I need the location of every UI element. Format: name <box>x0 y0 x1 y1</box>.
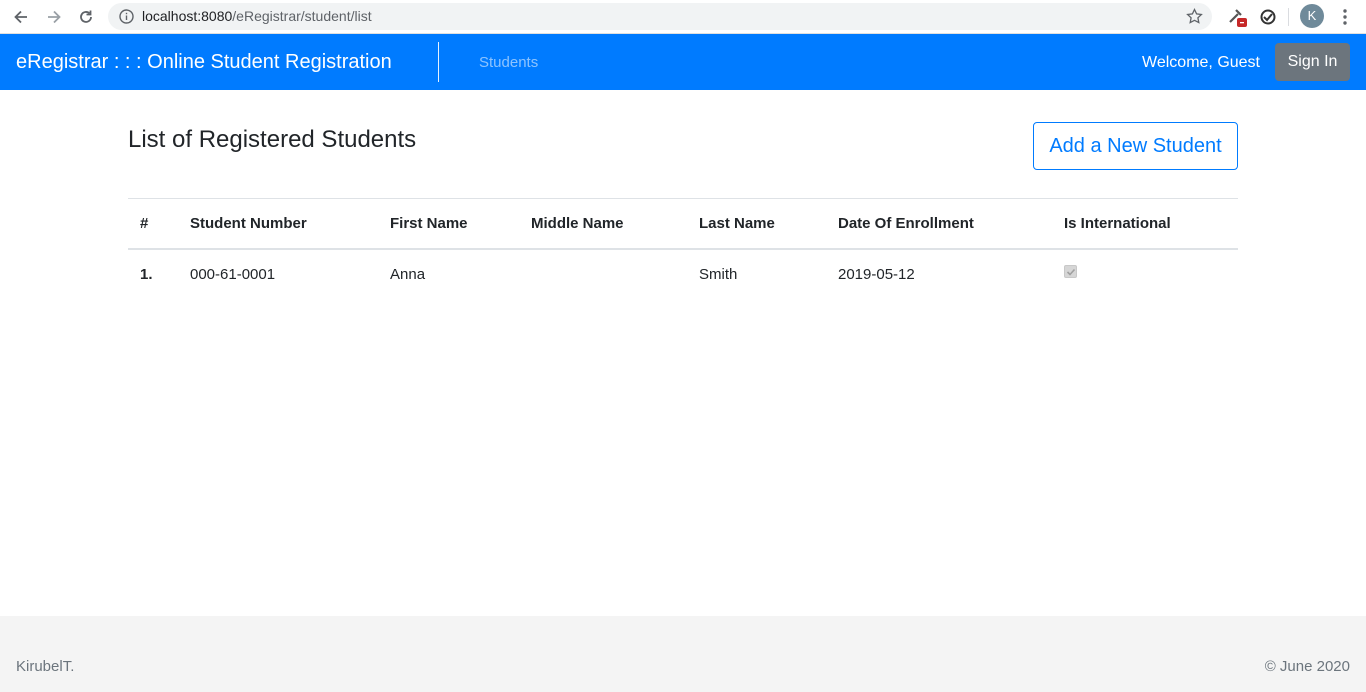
header-is-international: Is International <box>1052 198 1238 250</box>
app-navbar: eRegistrar : : : Online Student Registra… <box>0 34 1366 90</box>
table-header-row: # Student Number First Name Middle Name … <box>128 198 1238 250</box>
info-icon[interactable] <box>118 8 135 25</box>
brand-link[interactable]: eRegistrar : : : Online Student Registra… <box>16 34 392 91</box>
forward-icon <box>48 10 61 24</box>
sign-in-button[interactable]: Sign In <box>1275 43 1350 81</box>
cell-date-of-enrollment: 2019-05-12 <box>838 265 915 283</box>
reload-button[interactable] <box>74 5 98 29</box>
cell-is-international <box>1052 249 1238 299</box>
table-row: 1. 000-61-0001 Anna Smith 2019-05-12 <box>128 249 1238 299</box>
nav-link-students[interactable]: Students <box>479 34 538 91</box>
header-index: # <box>128 198 178 250</box>
cell-student-number: 000-61-0001 <box>190 265 276 283</box>
header-middle-name: Middle Name <box>519 198 687 250</box>
navbar-divider <box>438 42 439 82</box>
header-first-name: First Name <box>378 198 519 250</box>
toolbar-separator <box>1288 8 1289 26</box>
page-title: List of Registered Students <box>128 126 417 153</box>
forward-button[interactable] <box>42 5 66 29</box>
check-icon <box>1066 268 1076 276</box>
profile-avatar[interactable]: K <box>1300 4 1324 28</box>
footer-copyright: © June 2020 <box>1264 658 1350 675</box>
menu-dots-icon[interactable] <box>1336 5 1354 29</box>
url-path: /eRegistrar/student/list <box>232 8 372 24</box>
star-icon[interactable] <box>1185 7 1204 26</box>
browser-toolbar: localhost:8080/eRegistrar/student/list K <box>0 0 1366 34</box>
cell-index: 1. <box>140 265 153 283</box>
header-date-of-enrollment: Date Of Enrollment <box>826 198 1052 250</box>
page-footer: KirubelT. © June 2020 <box>0 616 1366 692</box>
cell-middle-name <box>519 249 687 299</box>
address-bar[interactable]: localhost:8080/eRegistrar/student/list <box>108 3 1212 30</box>
back-button[interactable] <box>9 5 33 29</box>
welcome-text: Welcome, Guest <box>1142 54 1260 71</box>
cell-first-name: Anna <box>390 265 426 283</box>
header-last-name: Last Name <box>687 198 826 250</box>
back-icon <box>14 10 27 24</box>
reload-icon <box>80 10 92 23</box>
url-text: localhost:8080/eRegistrar/student/list <box>142 3 372 30</box>
add-student-button[interactable]: Add a New Student <box>1033 122 1238 170</box>
url-host: localhost:8080 <box>142 8 233 24</box>
sync-icon[interactable] <box>1257 6 1279 28</box>
extension-icon[interactable] <box>1226 6 1248 28</box>
footer-author: KirubelT. <box>16 658 75 675</box>
is-international-checkbox <box>1064 264 1077 278</box>
students-table: # Student Number First Name Middle Name … <box>128 198 1238 299</box>
header-student-number: Student Number <box>178 198 378 250</box>
cell-last-name: Smith <box>699 265 738 283</box>
